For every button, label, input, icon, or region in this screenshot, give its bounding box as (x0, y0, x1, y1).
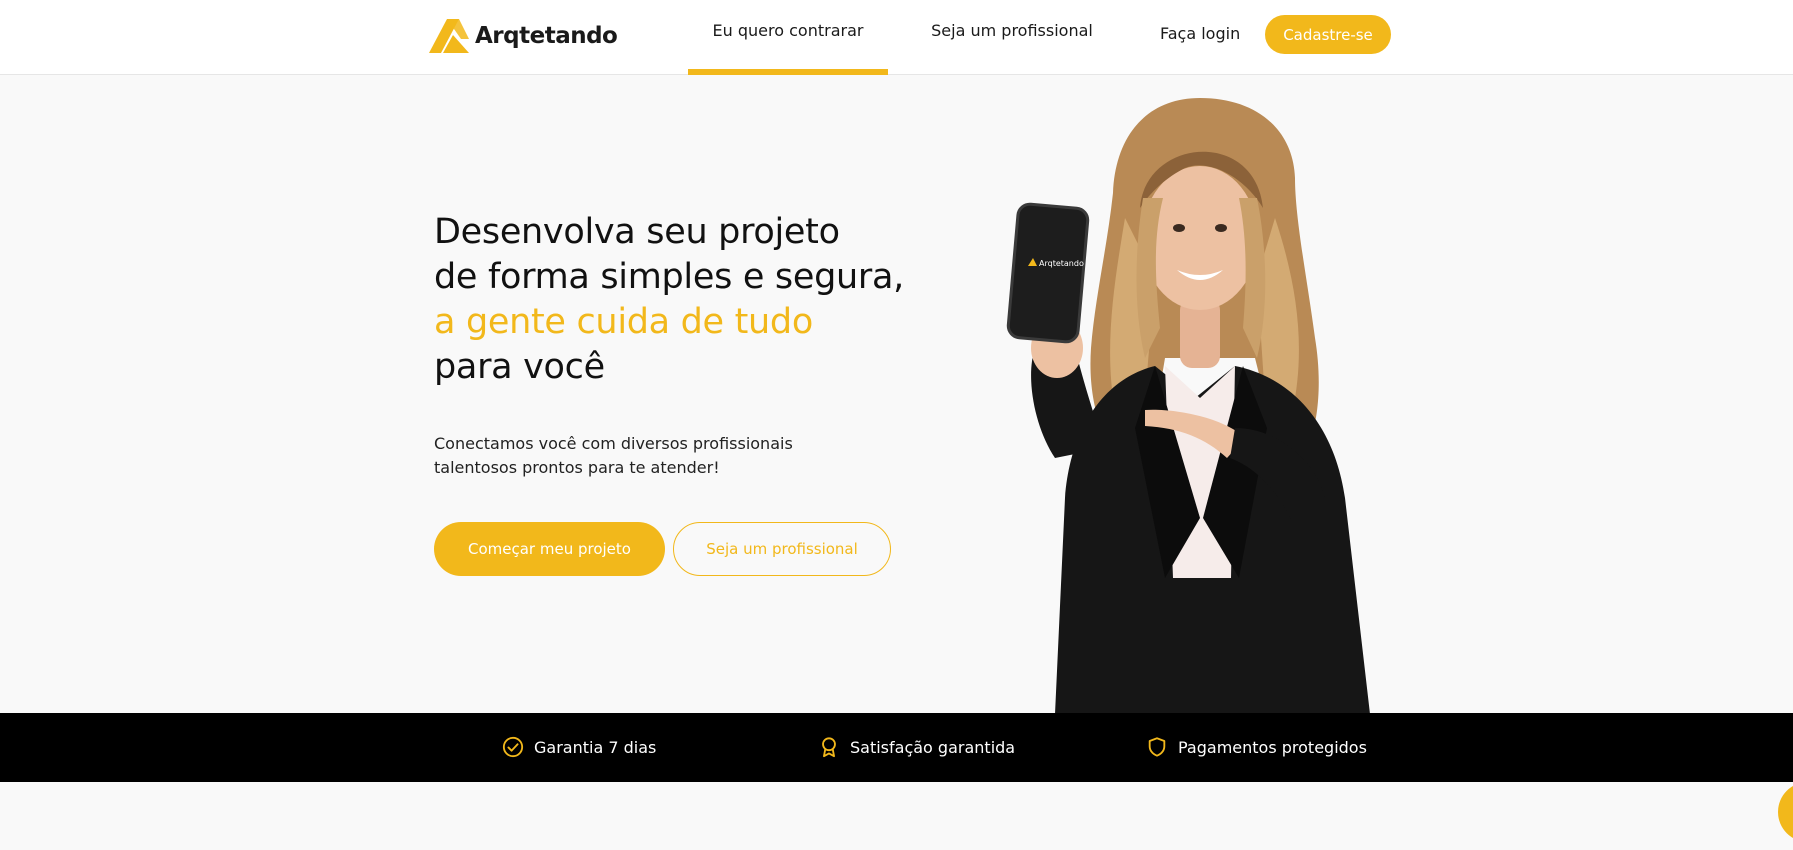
logo-text: Arqtetando (475, 23, 618, 49)
feature-pagamentos: Pagamentos protegidos (1146, 735, 1367, 759)
features-bar: Garantia 7 dias Satisfação garantida Pag… (0, 713, 1793, 782)
hero-woman-image: Arqtetando (1006, 98, 1370, 714)
hero-heading: Desenvolva seu projeto de forma simples … (434, 210, 904, 390)
chat-floating-button[interactable] (1778, 782, 1793, 842)
hero-subtitle: Conectamos você com diversos profissiona… (434, 434, 793, 477)
signup-button[interactable]: Cadastre-se (1265, 15, 1391, 54)
feature-label: Satisfação garantida (850, 737, 1016, 757)
tab-seja-um-profissional[interactable]: Seja um profissional (912, 0, 1112, 75)
start-project-button[interactable]: Começar meu projeto (434, 522, 665, 576)
feature-garantia: Garantia 7 dias (502, 735, 656, 759)
site-header: Arqtetando Eu quero contrarar Seja um pr… (0, 0, 1793, 75)
tab-eu-quero-contratar[interactable]: Eu quero contrarar (688, 0, 888, 75)
heading-line-4: para você (434, 347, 605, 387)
award-ribbon-icon (822, 737, 836, 758)
tab-label: Seja um profissional (931, 21, 1093, 40)
phone-logo-text: Arqtetando (1039, 259, 1084, 268)
heading-line-2: de forma simples e segura, (434, 257, 904, 297)
feature-label: Pagamentos protegidos (1178, 737, 1367, 757)
login-link[interactable]: Faça login (1160, 24, 1240, 43)
logo[interactable]: Arqtetando (429, 18, 618, 54)
shield-icon (1148, 737, 1166, 757)
become-professional-button[interactable]: Seja um profissional (673, 522, 891, 576)
heading-accent: a gente cuida de tudo (434, 302, 813, 342)
check-circle-icon (502, 736, 524, 758)
logo-icon (429, 19, 469, 53)
heading-line-1: Desenvolva seu projeto (434, 212, 840, 252)
feature-label: Garantia 7 dias (534, 737, 657, 757)
tab-label: Eu quero contrarar (712, 21, 864, 40)
feature-satisfacao: Satisfação garantida (818, 735, 1015, 759)
